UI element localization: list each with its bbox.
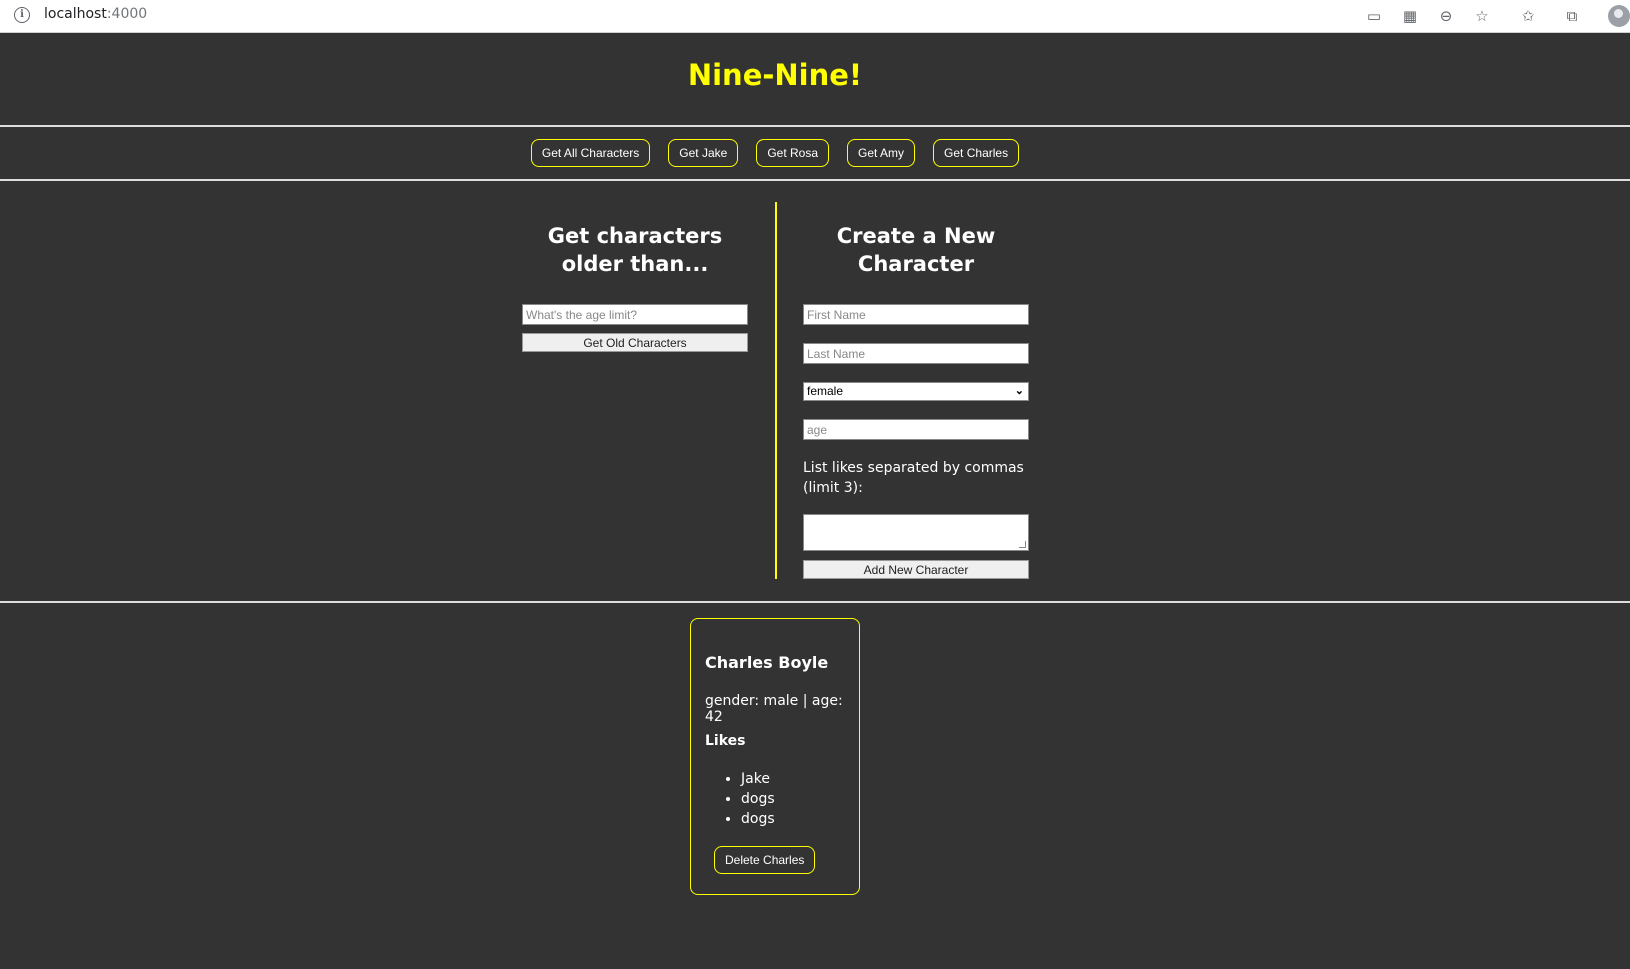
favorites-icon[interactable]: ✩ <box>1516 5 1540 27</box>
get-rosa-button[interactable]: Get Rosa <box>756 139 830 167</box>
url-port: :4000 <box>106 6 148 22</box>
list-item: Jake <box>741 769 775 789</box>
resize-handle-icon[interactable] <box>1019 541 1026 548</box>
list-item: dogs <box>741 789 775 809</box>
collections-icon[interactable]: ⧉ <box>1560 5 1584 27</box>
likes-label: List likes separated by commas (limit 3)… <box>803 460 1024 496</box>
get-jake-button[interactable]: Get Jake <box>668 139 739 167</box>
delete-character-button[interactable]: Delete Charles <box>714 846 816 874</box>
likes-textarea[interactable] <box>803 514 1029 551</box>
divider-top <box>0 125 1630 127</box>
older-than-section: Get characters older than... Get Old Cha… <box>522 222 748 352</box>
divider-nav <box>0 179 1630 181</box>
character-nav: Get All Characters Get Jake Get Rosa Get… <box>0 139 1550 167</box>
add-favorite-icon[interactable]: ☆ <box>1470 5 1494 27</box>
chevron-down-icon: ⌄ <box>1014 385 1024 397</box>
character-card: Charles Boyle gender: male | age: 42 Lik… <box>690 618 860 895</box>
create-character-section: Create a New Character female ⌄ List lik… <box>803 222 1029 579</box>
column-divider <box>775 202 777 579</box>
app-available-icon[interactable]: ▭ <box>1362 5 1386 27</box>
list-item: dogs <box>741 809 775 829</box>
get-charles-button[interactable]: Get Charles <box>933 139 1020 167</box>
get-old-characters-button[interactable]: Get Old Characters <box>522 333 748 352</box>
character-name: Charles Boyle <box>705 653 829 672</box>
profile-avatar-icon[interactable] <box>1608 5 1630 27</box>
character-meta: gender: male | age: 42 <box>705 693 843 725</box>
info-icon[interactable]: i <box>14 7 30 23</box>
likes-heading: Likes <box>705 733 746 749</box>
age-input[interactable] <box>803 419 1029 440</box>
likes-list: Jake dogs dogs <box>741 769 775 829</box>
add-new-character-button[interactable]: Add New Character <box>803 560 1029 579</box>
page-title: Nine-Nine! <box>687 58 863 92</box>
older-than-heading: Get characters older than... <box>547 224 723 276</box>
url-host: localhost <box>44 6 107 22</box>
get-amy-button[interactable]: Get Amy <box>847 139 916 167</box>
qr-code-icon[interactable]: ▦ <box>1398 5 1422 27</box>
browser-toolbar: i localhost:4000 ▭ ▦ ⊖ ☆ ✩ ⧉ <box>0 0 1630 33</box>
gender-selected-value: female <box>807 384 844 398</box>
last-name-input[interactable] <box>803 343 1029 364</box>
gender-select[interactable]: female ⌄ <box>803 382 1029 401</box>
first-name-input[interactable] <box>803 304 1029 325</box>
zoom-out-icon[interactable]: ⊖ <box>1434 5 1458 27</box>
address-bar[interactable]: localhost:4000 <box>44 6 147 22</box>
divider-bottom <box>0 601 1630 603</box>
get-all-characters-button[interactable]: Get All Characters <box>530 139 651 167</box>
age-limit-input[interactable] <box>522 304 748 325</box>
create-character-heading: Create a New Character <box>836 224 996 276</box>
